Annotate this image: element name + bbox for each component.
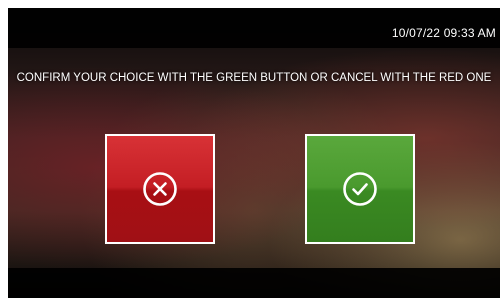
confirm-button[interactable] [305,134,415,244]
kiosk-screen: 10/07/22 09:33 AM CONFIRM YOUR CHOICE WI… [8,8,500,298]
bottom-bar [8,268,500,298]
check-circle-icon [343,172,377,206]
cancel-button[interactable] [105,134,215,244]
close-circle-icon [143,172,177,206]
confirmation-message: CONFIRM YOUR CHOICE WITH THE GREEN BUTTO… [16,72,492,84]
date-time: 10/07/22 09:33 AM [391,26,496,40]
